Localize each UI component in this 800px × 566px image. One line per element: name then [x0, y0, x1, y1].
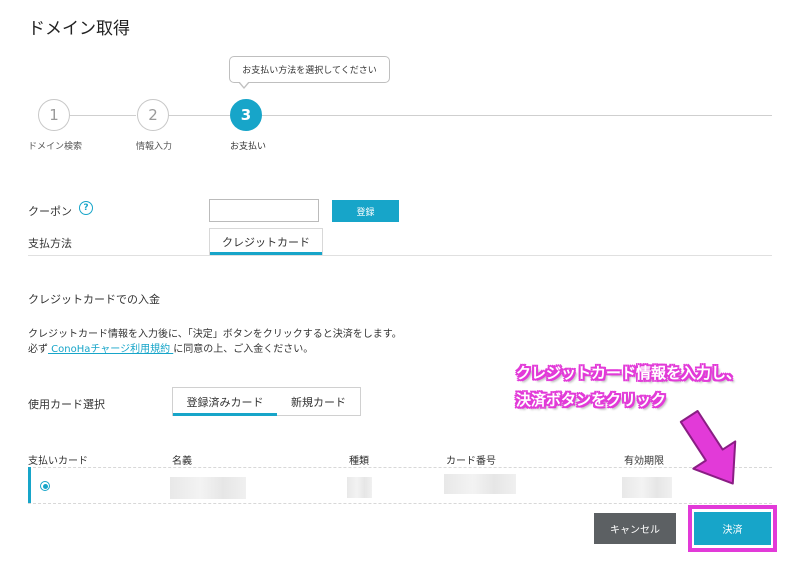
credit-terms-line: 必ず ConoHaチャージ利用規約 に同意の上、ご入金ください。 — [28, 340, 313, 355]
col-header-type: 種類 — [349, 456, 369, 467]
help-icon[interactable]: ? — [79, 201, 93, 215]
coupon-register-button[interactable]: 登録 — [332, 200, 399, 222]
card-radio[interactable] — [40, 481, 50, 491]
page-title: ドメイン取得 — [28, 19, 130, 39]
col-header-card: 支払いカード — [28, 456, 88, 467]
table-top-divider — [28, 467, 772, 468]
annotation-line-1: クレジットカード情報を入力し、 — [516, 364, 742, 382]
step-connector-2 — [169, 115, 230, 116]
step-connector-1 — [70, 115, 136, 116]
masked-type — [347, 477, 372, 498]
step-tooltip: お支払い方法を選択してください — [229, 56, 390, 83]
coupon-label: クーポン — [28, 205, 72, 218]
terms-prefix: 必ず — [28, 344, 48, 355]
terms-suffix: に同意の上、ご入金ください。 — [173, 344, 314, 355]
tooltip-arrow-inner — [239, 81, 249, 87]
col-header-expiry: 有効期限 — [624, 456, 664, 467]
masked-card-number — [444, 474, 516, 494]
payment-method-label: 支払方法 — [28, 237, 72, 250]
coupon-input[interactable] — [209, 199, 319, 222]
tab-registered-card[interactable]: 登録済みカード — [173, 388, 277, 416]
col-header-name: 名義 — [172, 456, 192, 467]
credit-section-heading: クレジットカードでの入金 — [28, 293, 160, 306]
annotation-line-2: 決済ボタンをクリック — [516, 391, 667, 409]
step-2-label: 情報入力 — [136, 142, 173, 152]
step-1-circle: 1 — [38, 99, 70, 131]
annotation-arrow-icon — [679, 410, 737, 485]
step-connector-3 — [262, 115, 772, 116]
card-select-label: 使用カード選択 — [28, 398, 105, 411]
cancel-button[interactable]: キャンセル — [594, 513, 676, 544]
step-1-label: ドメイン検索 — [28, 142, 83, 152]
step-3-circle: 3 — [230, 99, 262, 131]
selected-row-indicator — [28, 467, 31, 503]
section-divider — [28, 255, 772, 256]
table-bottom-divider — [28, 503, 772, 504]
terms-link[interactable]: ConoHaチャージ利用規約 — [48, 344, 173, 355]
masked-expiry — [622, 477, 672, 498]
credit-instructions: クレジットカード情報を入力後に、「決定」ボタンをクリックすると決済をします。 — [28, 329, 402, 340]
pay-button[interactable]: 決済 — [694, 512, 771, 545]
tab-credit-card[interactable]: クレジットカード — [209, 228, 323, 255]
tab-new-card[interactable]: 新規カード — [277, 388, 360, 415]
col-header-number: カード番号 — [446, 456, 496, 467]
step-3-label: お支払い — [230, 142, 267, 152]
masked-name — [170, 477, 246, 499]
step-2-circle: 2 — [137, 99, 169, 131]
